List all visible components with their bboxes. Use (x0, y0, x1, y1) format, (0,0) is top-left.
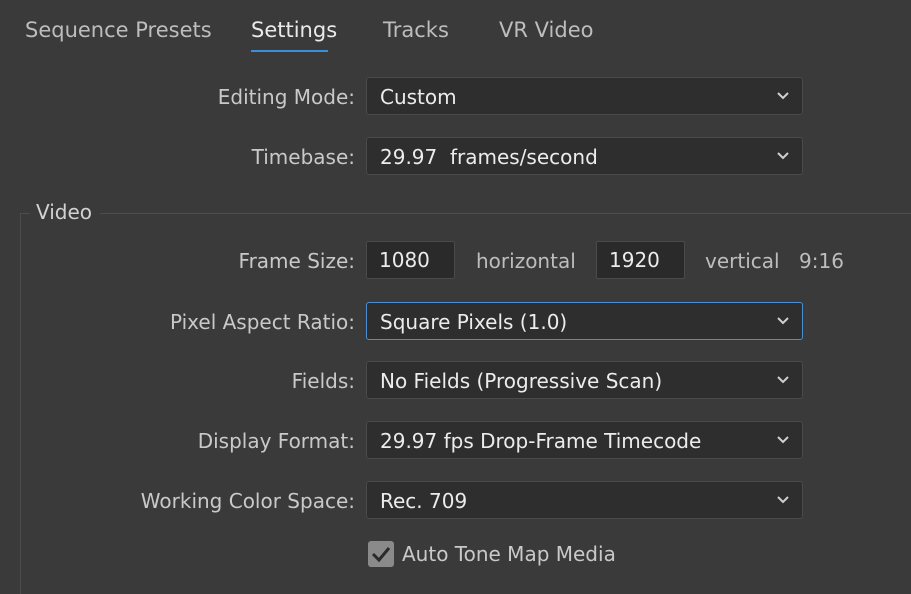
display-format-label: Display Format: (197, 429, 355, 453)
chevron-down-icon (777, 436, 789, 444)
tab-tracks[interactable]: Tracks (383, 18, 449, 42)
checkmark-icon (371, 547, 391, 563)
vertical-unit-label: vertical (705, 249, 780, 273)
chevron-down-icon (777, 92, 789, 100)
auto-tone-map-label: Auto Tone Map Media (402, 542, 616, 566)
pixel-aspect-ratio-label: Pixel Aspect Ratio: (170, 310, 355, 334)
fields-value: No Fields (Progressive Scan) (380, 369, 663, 393)
group-border (20, 213, 30, 214)
fields-label: Fields: (291, 369, 355, 393)
video-group-title: Video (36, 200, 93, 224)
horizontal-unit-label: horizontal (476, 249, 576, 273)
working-color-space-label: Working Color Space: (140, 489, 355, 513)
pixel-aspect-ratio-value: Square Pixels (1.0) (380, 310, 568, 334)
group-border (100, 213, 911, 214)
editing-mode-dropdown[interactable]: Custom (366, 77, 803, 115)
chevron-down-icon (777, 152, 789, 160)
display-format-dropdown[interactable]: 29.97 fps Drop-Frame Timecode (366, 421, 803, 459)
fields-dropdown[interactable]: No Fields (Progressive Scan) (366, 361, 803, 399)
tab-settings[interactable]: Settings (251, 18, 337, 42)
editing-mode-value: Custom (380, 85, 457, 109)
working-color-space-dropdown[interactable]: Rec. 709 (366, 481, 803, 519)
timebase-label: Timebase: (251, 145, 355, 169)
sequence-settings-panel: Sequence Presets Settings Tracks VR Vide… (0, 0, 911, 594)
frame-width-input[interactable] (366, 241, 455, 279)
pixel-aspect-ratio-dropdown[interactable]: Square Pixels (1.0) (366, 302, 803, 340)
tab-vr-video[interactable]: VR Video (499, 18, 593, 42)
chevron-down-icon (777, 317, 789, 325)
aspect-ratio-readout: 9:16 (799, 249, 844, 273)
frame-size-label: Frame Size: (238, 249, 355, 273)
working-color-space-value: Rec. 709 (380, 489, 468, 513)
editing-mode-label: Editing Mode: (217, 85, 355, 109)
active-tab-indicator (251, 50, 328, 52)
auto-tone-map-checkbox[interactable] (368, 541, 394, 567)
timebase-dropdown[interactable]: 29.97 frames/second (366, 137, 803, 175)
chevron-down-icon (777, 496, 789, 504)
timebase-value: 29.97 frames/second (380, 145, 598, 169)
tab-sequence-presets[interactable]: Sequence Presets (25, 18, 212, 42)
group-border (20, 213, 21, 594)
display-format-value: 29.97 fps Drop-Frame Timecode (380, 429, 702, 453)
frame-height-input[interactable] (596, 241, 685, 279)
chevron-down-icon (777, 376, 789, 384)
